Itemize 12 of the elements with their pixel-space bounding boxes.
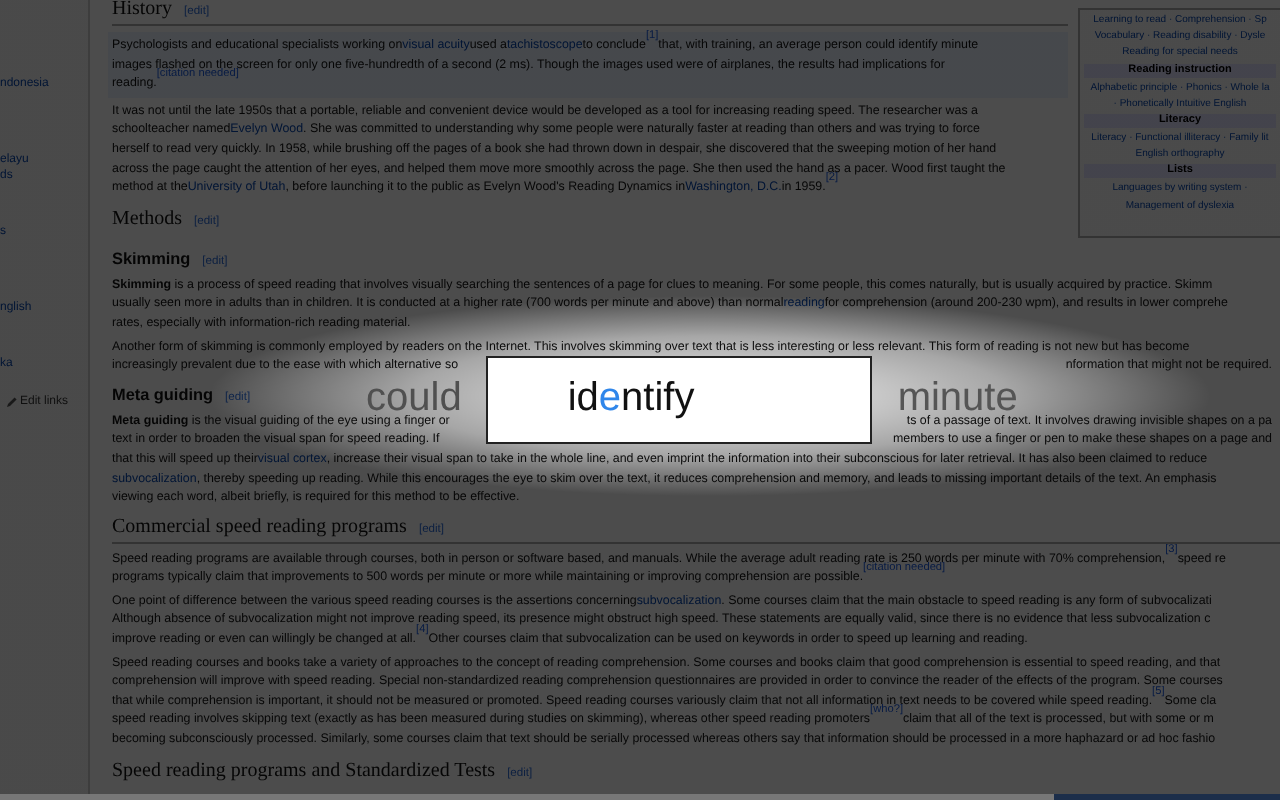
reference-link[interactable]: [5] xyxy=(1152,691,1165,711)
pencil-icon xyxy=(6,396,18,408)
next-word: minute xyxy=(897,382,1018,416)
previous-word: could xyxy=(366,382,462,416)
section-heading: Meta guiding xyxy=(112,385,213,406)
section-heading: History xyxy=(112,0,172,20)
current-word: identify xyxy=(567,376,695,422)
reference-link[interactable]: [3] xyxy=(1165,549,1178,569)
section-heading: Speed reading programs and Standardized Tests xyxy=(112,759,496,782)
section-heading: Skimming xyxy=(112,249,191,270)
section-heading: Commercial speed reading programs xyxy=(112,515,407,538)
section-heading: Methods xyxy=(112,207,182,230)
